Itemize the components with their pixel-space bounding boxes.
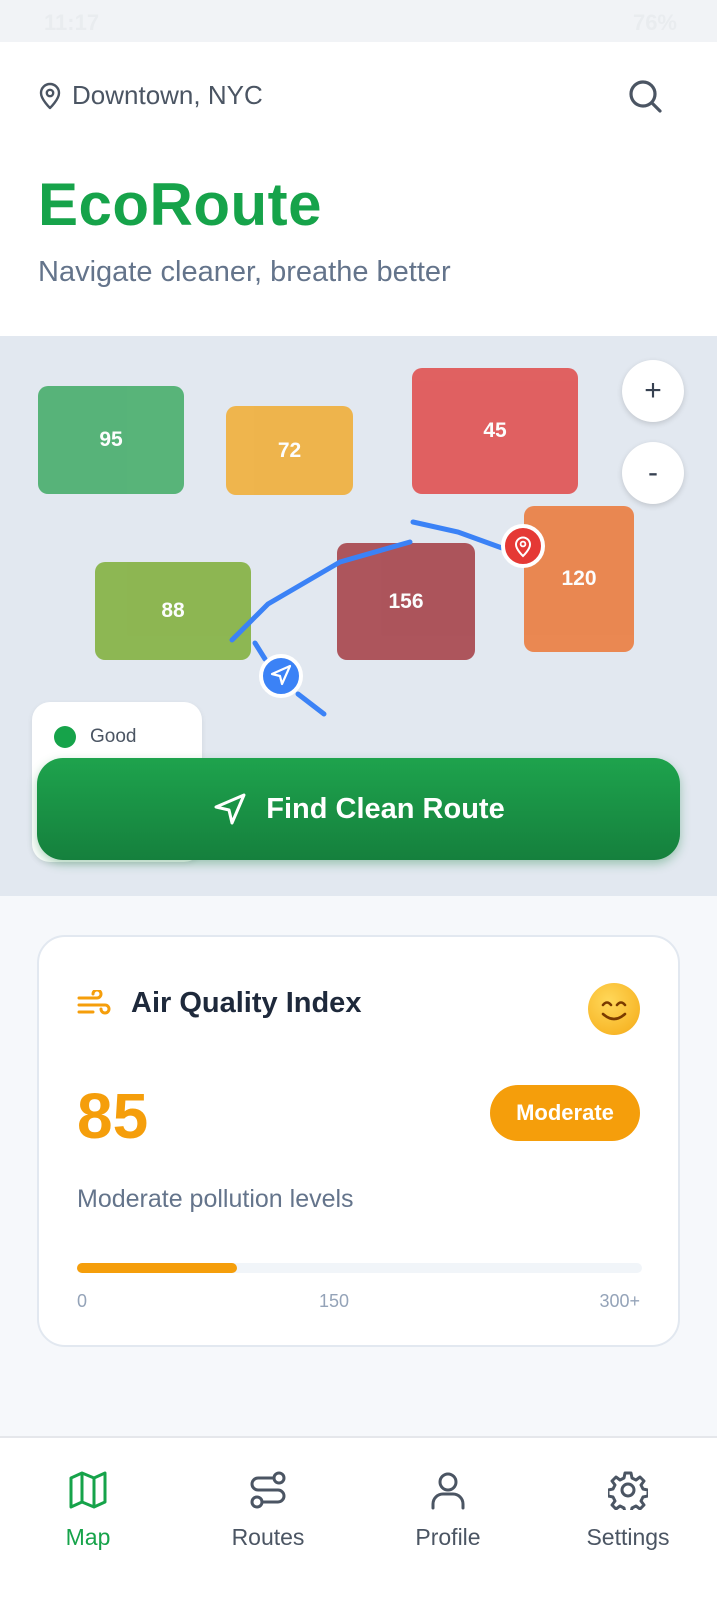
nav-label: Profile (415, 1524, 481, 1550)
scale-min: 0 (77, 1291, 88, 1311)
nav-label: Routes (231, 1524, 305, 1550)
bottom-navigation: Map Routes Profile Settings (0, 1436, 717, 1600)
nav-item-profile[interactable]: Profile (378, 1470, 518, 1551)
app-tagline: Navigate cleaner, breathe better (38, 256, 451, 288)
aqi-level-badge: Moderate (490, 1085, 640, 1141)
air-quality-card: Air Quality Index 85 Moderate Moderate p… (37, 935, 680, 1347)
find-clean-route-label: Find Clean Route (266, 792, 505, 825)
zoom-out-label: - (648, 456, 658, 489)
legend-label: Good (90, 726, 137, 747)
aqi-progress-track (77, 1263, 642, 1273)
gear-icon (608, 1471, 648, 1510)
aqi-description: Moderate pollution levels (77, 1185, 354, 1213)
scale-mid: 150 (319, 1291, 350, 1311)
location-label: Downtown, NYC (72, 80, 263, 110)
wind-icon (77, 989, 111, 1014)
search-button[interactable] (625, 76, 665, 116)
status-time: 11:17 (44, 10, 100, 35)
nav-item-routes[interactable]: Routes (198, 1470, 338, 1551)
route-line (410, 519, 505, 551)
navigation-arrow-icon (214, 793, 246, 825)
user-icon (431, 1472, 465, 1510)
aqi-progress-fill (77, 1263, 237, 1273)
destination-marker (501, 524, 545, 568)
search-icon (629, 80, 662, 113)
zoom-in-label: + (644, 374, 662, 407)
location-pin-icon (39, 82, 61, 109)
zoom-out-button[interactable]: - (622, 442, 684, 504)
smiley-face-icon (588, 983, 640, 1035)
location-selector[interactable]: Downtown, NYC (38, 80, 263, 111)
aqi-header: Air Quality Index (77, 987, 361, 1020)
route-icon (250, 1471, 286, 1509)
route-line (252, 640, 268, 662)
status-battery: 76% (632, 10, 677, 35)
nav-label: Map (65, 1524, 111, 1550)
legend-dot (54, 726, 76, 748)
pollution-map[interactable]: 95 72 45 88 156 120 + - Good Find Clean … (0, 336, 717, 896)
nav-label: Settings (586, 1524, 670, 1550)
scale-max: 300+ (599, 1291, 640, 1311)
legend-item-good: Good (54, 726, 136, 748)
header: Downtown, NYC EcoRoute Navigate cleaner,… (0, 42, 717, 336)
route-line (295, 691, 327, 717)
current-location-marker (259, 654, 303, 698)
status-bar: 11:17 76% (0, 0, 717, 42)
nav-item-settings[interactable]: Settings (558, 1470, 698, 1551)
find-clean-route-button[interactable]: Find Clean Route (37, 758, 680, 860)
nav-item-map[interactable]: Map (18, 1470, 158, 1551)
zoom-in-button[interactable]: + (622, 360, 684, 422)
route-line (229, 539, 413, 643)
app-title: EcoRoute (38, 171, 323, 238)
aqi-value: 85 (77, 1080, 149, 1152)
aqi-title: Air Quality Index (131, 987, 362, 1019)
map-icon (69, 1471, 107, 1509)
